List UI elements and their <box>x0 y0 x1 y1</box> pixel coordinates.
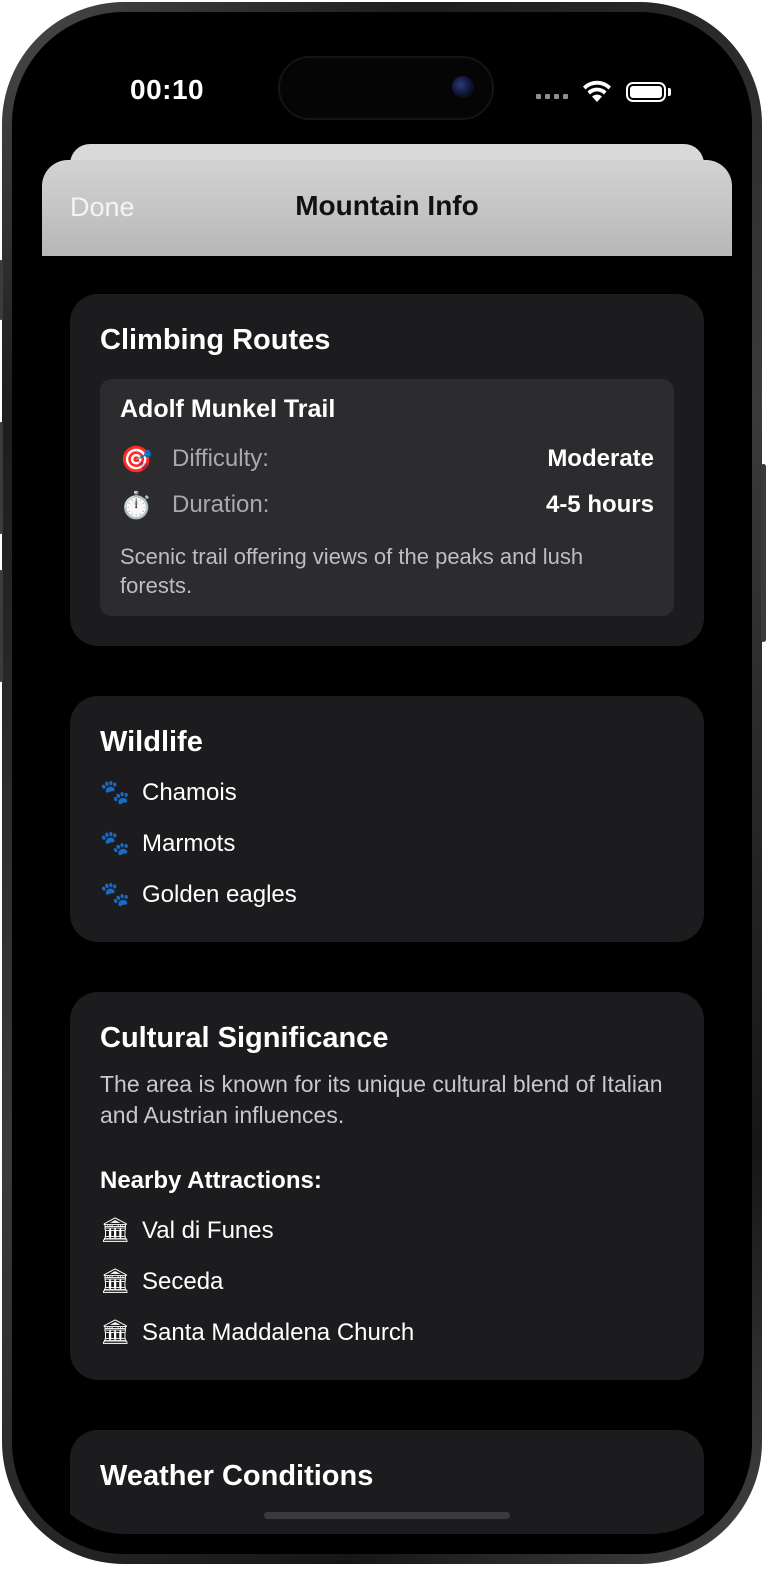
list-item: 🏛 Seceda <box>100 1256 674 1307</box>
status-bar: 00:10 <box>42 38 732 138</box>
volume-up-button <box>0 422 3 534</box>
phone-frame: 00:10 Done Mountain Info Climbing Routes… <box>0 2 766 1564</box>
route-name: Adolf Munkel Trail <box>120 395 336 423</box>
sheet-title: Mountain Info <box>295 190 479 221</box>
paw-prints-icon: 🐾 <box>100 779 130 806</box>
climbing-routes-card: Climbing Routes Adolf Munkel Trail 🎯 Dif… <box>70 294 704 646</box>
classical-building-icon: 🏛 <box>100 1217 131 1244</box>
mountain-info-sheet[interactable]: Done Mountain Info Climbing Routes Adolf… <box>42 160 732 1534</box>
classical-building-icon: 🏛 <box>100 1268 131 1295</box>
action-button <box>0 260 3 320</box>
battery-tip <box>668 88 671 96</box>
camera-icon <box>452 76 474 98</box>
attraction-item: Val di Funes <box>142 1216 274 1244</box>
sheet-content: Climbing Routes Adolf Munkel Trail 🎯 Dif… <box>70 294 704 1534</box>
duration-row: ⏱️ Duration: 4-5 hours <box>120 482 654 528</box>
difficulty-label: Difficulty: <box>172 445 269 472</box>
list-item: 🐾 Marmots <box>100 818 674 869</box>
duration-value: 4-5 hours <box>545 491 654 518</box>
paw-prints-icon: 🐾 <box>100 830 130 857</box>
list-item: 🏛 Santa Maddalena Church <box>100 1307 674 1358</box>
route-description: Scenic trail offering views of the peaks… <box>120 544 584 598</box>
status-time: 00:10 <box>130 74 205 105</box>
wildlife-title: Wildlife <box>100 726 203 758</box>
home-indicator[interactable] <box>264 1512 510 1519</box>
nearby-attractions-heading: Nearby Attractions: <box>100 1167 322 1194</box>
cultural-description: The area is known for its unique cultura… <box>100 1071 663 1128</box>
stopwatch-icon: ⏱️ <box>120 489 153 520</box>
paw-prints-icon: 🐾 <box>100 881 130 908</box>
list-item: 🏛 Val di Funes <box>100 1205 674 1256</box>
list-item: 🐾 Chamois <box>100 767 674 818</box>
list-item: 🐾 Golden eagles <box>100 869 674 920</box>
target-icon: 🎯 <box>120 443 153 474</box>
wifi-icon <box>583 80 611 102</box>
power-button <box>761 464 766 642</box>
volume-down-button <box>0 570 3 682</box>
route-card: Adolf Munkel Trail 🎯 Difficulty: Moderat… <box>100 379 674 616</box>
weather-title: Weather Conditions <box>100 1460 374 1492</box>
wildlife-item: Marmots <box>142 829 236 857</box>
cellular-signal-icon <box>536 94 568 99</box>
dynamic-island <box>278 56 494 120</box>
wildlife-item: Chamois <box>142 778 237 806</box>
wildlife-card: Wildlife 🐾 Chamois 🐾 Marmots 🐾 Golden ea… <box>70 696 704 942</box>
cultural-significance-card: Cultural Significance The area is known … <box>70 992 704 1380</box>
attraction-item: Seceda <box>142 1267 224 1295</box>
duration-label: Duration: <box>172 491 270 518</box>
battery-icon <box>626 82 666 102</box>
difficulty-row: 🎯 Difficulty: Moderate <box>120 436 654 482</box>
climbing-routes-title: Climbing Routes <box>100 324 331 356</box>
difficulty-value: Moderate <box>547 445 654 472</box>
cultural-title: Cultural Significance <box>100 1022 389 1054</box>
wildlife-item: Golden eagles <box>142 880 297 908</box>
attraction-item: Santa Maddalena Church <box>142 1318 415 1346</box>
screen: 00:10 Done Mountain Info Climbing Routes… <box>42 38 732 1534</box>
classical-building-icon: 🏛 <box>100 1319 131 1346</box>
sheet-nav-bar: Done Mountain Info <box>42 160 732 256</box>
